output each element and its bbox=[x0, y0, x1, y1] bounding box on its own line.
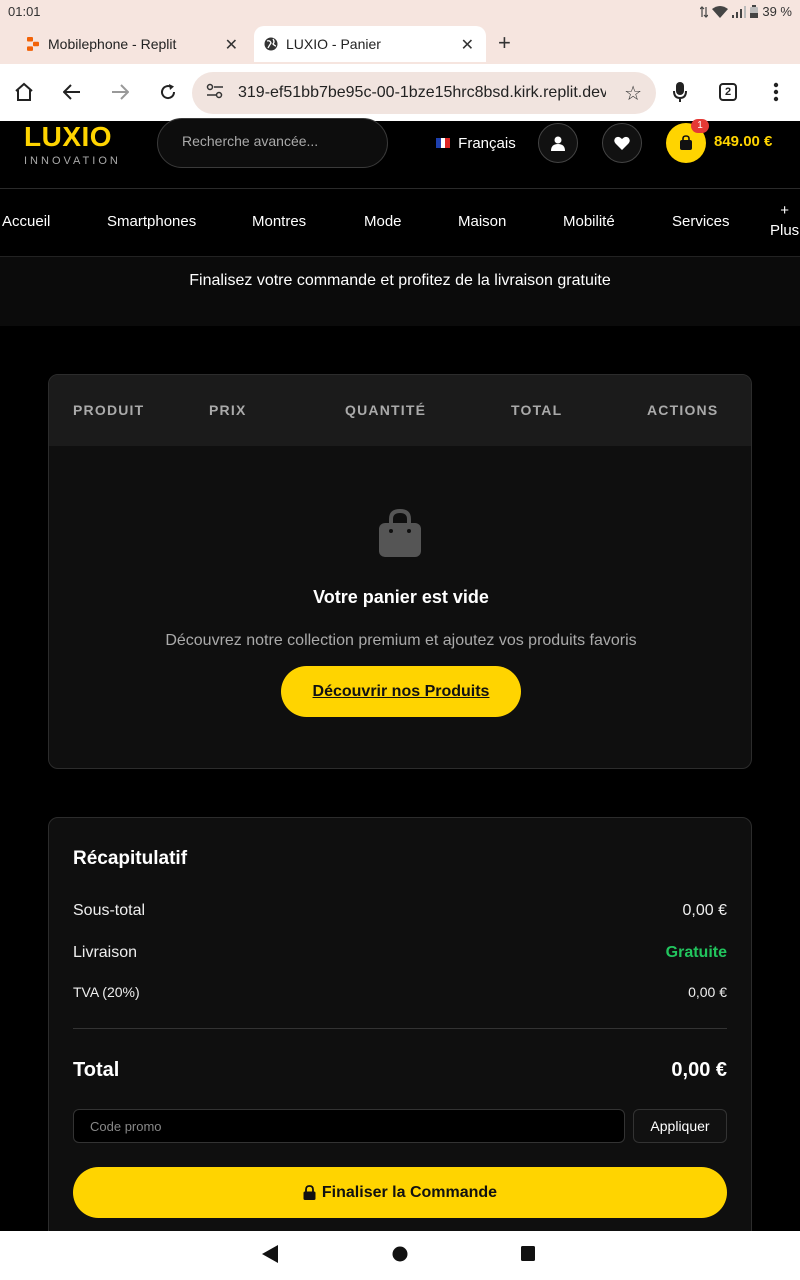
tax-label: TVA (20%) bbox=[73, 984, 140, 1000]
system-back-icon[interactable] bbox=[262, 1245, 278, 1263]
status-bar: 01:01 39 % bbox=[0, 0, 800, 24]
back-icon[interactable] bbox=[60, 80, 84, 104]
user-icon bbox=[551, 136, 565, 151]
banner-text: Finalisez votre commande et profitez de … bbox=[189, 272, 611, 289]
nav-item-mode[interactable]: Mode bbox=[364, 213, 402, 230]
subtotal-row: Sous-total 0,00 € bbox=[73, 902, 727, 920]
subtotal-value: 0,00 € bbox=[682, 902, 727, 919]
close-tab-icon[interactable]: ✕ bbox=[225, 35, 238, 55]
browser-tab-bar: Mobilephone - Replit ✕ LUXIO - Panier ✕ … bbox=[0, 24, 800, 64]
tax-row: TVA (20%) 0,00 € bbox=[73, 984, 727, 1000]
total-row: Total 0,00 € bbox=[73, 1059, 727, 1082]
discover-products-button[interactable]: Découvrir nos Produits bbox=[281, 666, 521, 717]
status-time: 01:01 bbox=[8, 4, 41, 19]
status-icons: 39 % bbox=[700, 4, 792, 19]
order-summary: Récapitulatif Sous-total 0,00 € Livraiso… bbox=[48, 817, 752, 1247]
summary-divider bbox=[73, 1028, 727, 1029]
french-flag-icon bbox=[436, 138, 450, 151]
site-logo[interactable]: LUXIO INNOVATION bbox=[24, 121, 121, 167]
address-bar-row: 319-ef51bb7be95c-00-1bze15hrc8bsd.kirk.r… bbox=[0, 64, 800, 121]
subtotal-label: Sous-total bbox=[73, 902, 146, 919]
checkout-button[interactable]: Finaliser la Commande bbox=[73, 1167, 727, 1218]
nav-item-more[interactable]: + Plus bbox=[770, 201, 799, 241]
more-plus: + bbox=[780, 202, 789, 219]
cart-total[interactable]: 849.00 € bbox=[714, 133, 772, 150]
signal-icon bbox=[732, 5, 747, 18]
system-navigation-bar bbox=[0, 1231, 800, 1280]
total-value: 0,00 € bbox=[671, 1059, 727, 1081]
nav-item-smartphones[interactable]: Smartphones bbox=[107, 213, 196, 230]
tab-title: LUXIO - Panier bbox=[286, 36, 381, 52]
table-header: PRODUIT PRIX QUANTITÉ TOTAL ACTIONS bbox=[49, 375, 751, 446]
data-arrows-icon bbox=[700, 5, 709, 18]
site-header: LUXIO INNOVATION Recherche avancée... Fr… bbox=[0, 118, 800, 189]
language-selector[interactable]: Français bbox=[436, 135, 516, 152]
site-settings-icon[interactable] bbox=[206, 83, 224, 104]
browser-tab-replit[interactable]: Mobilephone - Replit ✕ bbox=[18, 26, 250, 62]
shipping-row: Livraison Gratuite bbox=[73, 944, 727, 962]
url-field[interactable]: 319-ef51bb7be95c-00-1bze15hrc8bsd.kirk.r… bbox=[192, 72, 656, 114]
column-header-price: PRIX bbox=[209, 402, 247, 418]
close-tab-icon[interactable]: ✕ bbox=[461, 35, 474, 55]
account-button[interactable] bbox=[538, 123, 578, 163]
logo-name: LUXIO bbox=[24, 121, 113, 152]
system-home-icon[interactable] bbox=[392, 1245, 408, 1263]
tab-switcher-button[interactable]: 2 bbox=[719, 83, 737, 101]
tab-title: Mobilephone - Replit bbox=[48, 36, 177, 52]
total-label: Total bbox=[73, 1059, 120, 1081]
system-recents-icon[interactable] bbox=[520, 1245, 536, 1263]
language-label: Français bbox=[458, 135, 516, 152]
shipping-value: Gratuite bbox=[665, 944, 727, 961]
nav-item-accueil[interactable]: Accueil bbox=[2, 213, 50, 230]
nav-item-services[interactable]: Services bbox=[672, 213, 730, 230]
new-tab-icon[interactable]: + bbox=[498, 30, 511, 56]
apply-promo-button[interactable]: Appliquer bbox=[633, 1109, 727, 1143]
lock-icon bbox=[303, 1185, 316, 1200]
menu-kebab-icon[interactable] bbox=[764, 80, 788, 104]
shopping-bag-icon bbox=[680, 135, 692, 150]
checkout-label: Finaliser la Commande bbox=[321, 1183, 498, 1201]
home-icon[interactable] bbox=[12, 80, 36, 104]
summary-title: Récapitulatif bbox=[73, 848, 188, 869]
empty-cart-subtitle: Découvrez notre collection premium et aj… bbox=[165, 632, 637, 649]
column-header-quantity: QUANTITÉ bbox=[345, 402, 427, 418]
cart-table: PRODUIT PRIX QUANTITÉ TOTAL ACTIONS Votr… bbox=[48, 374, 752, 769]
tax-value: 0,00 € bbox=[688, 984, 727, 1000]
search-input[interactable]: Recherche avancée... bbox=[157, 118, 388, 168]
empty-cart-title: Votre panier est vide bbox=[313, 587, 489, 607]
url-text: 319-ef51bb7be95c-00-1bze15hrc8bsd.kirk.r… bbox=[238, 84, 606, 101]
forward-icon[interactable] bbox=[108, 80, 132, 104]
bookmark-star-icon[interactable]: ☆ bbox=[624, 81, 642, 106]
cart-count-badge: 1 bbox=[691, 119, 709, 133]
battery-icon bbox=[750, 5, 759, 18]
nav-item-montres[interactable]: Montres bbox=[252, 213, 306, 230]
logo-tagline: INNOVATION bbox=[24, 155, 121, 167]
main-navigation: Accueil Smartphones Montres Mode Maison … bbox=[0, 189, 800, 257]
promo-banner: Finalisez votre commande et profitez de … bbox=[0, 257, 800, 326]
column-header-actions: ACTIONS bbox=[647, 402, 719, 418]
empty-bag-icon bbox=[379, 508, 421, 557]
replit-icon bbox=[26, 37, 40, 51]
browser-tab-luxio[interactable]: LUXIO - Panier ✕ bbox=[254, 26, 486, 62]
heart-icon bbox=[614, 136, 630, 150]
column-header-product: PRODUIT bbox=[73, 402, 145, 418]
microphone-icon[interactable] bbox=[668, 80, 692, 104]
globe-icon bbox=[264, 37, 278, 51]
wishlist-button[interactable] bbox=[602, 123, 642, 163]
more-label: Plus bbox=[770, 222, 800, 239]
reload-icon[interactable] bbox=[156, 80, 180, 104]
wifi-icon bbox=[712, 5, 729, 18]
nav-item-mobilite[interactable]: Mobilité bbox=[563, 213, 615, 230]
nav-item-maison[interactable]: Maison bbox=[458, 213, 506, 230]
promo-code-input[interactable]: Code promo bbox=[73, 1109, 625, 1143]
column-header-total: TOTAL bbox=[511, 402, 563, 418]
battery-level: 39 % bbox=[762, 4, 792, 19]
shipping-label: Livraison bbox=[73, 944, 138, 961]
